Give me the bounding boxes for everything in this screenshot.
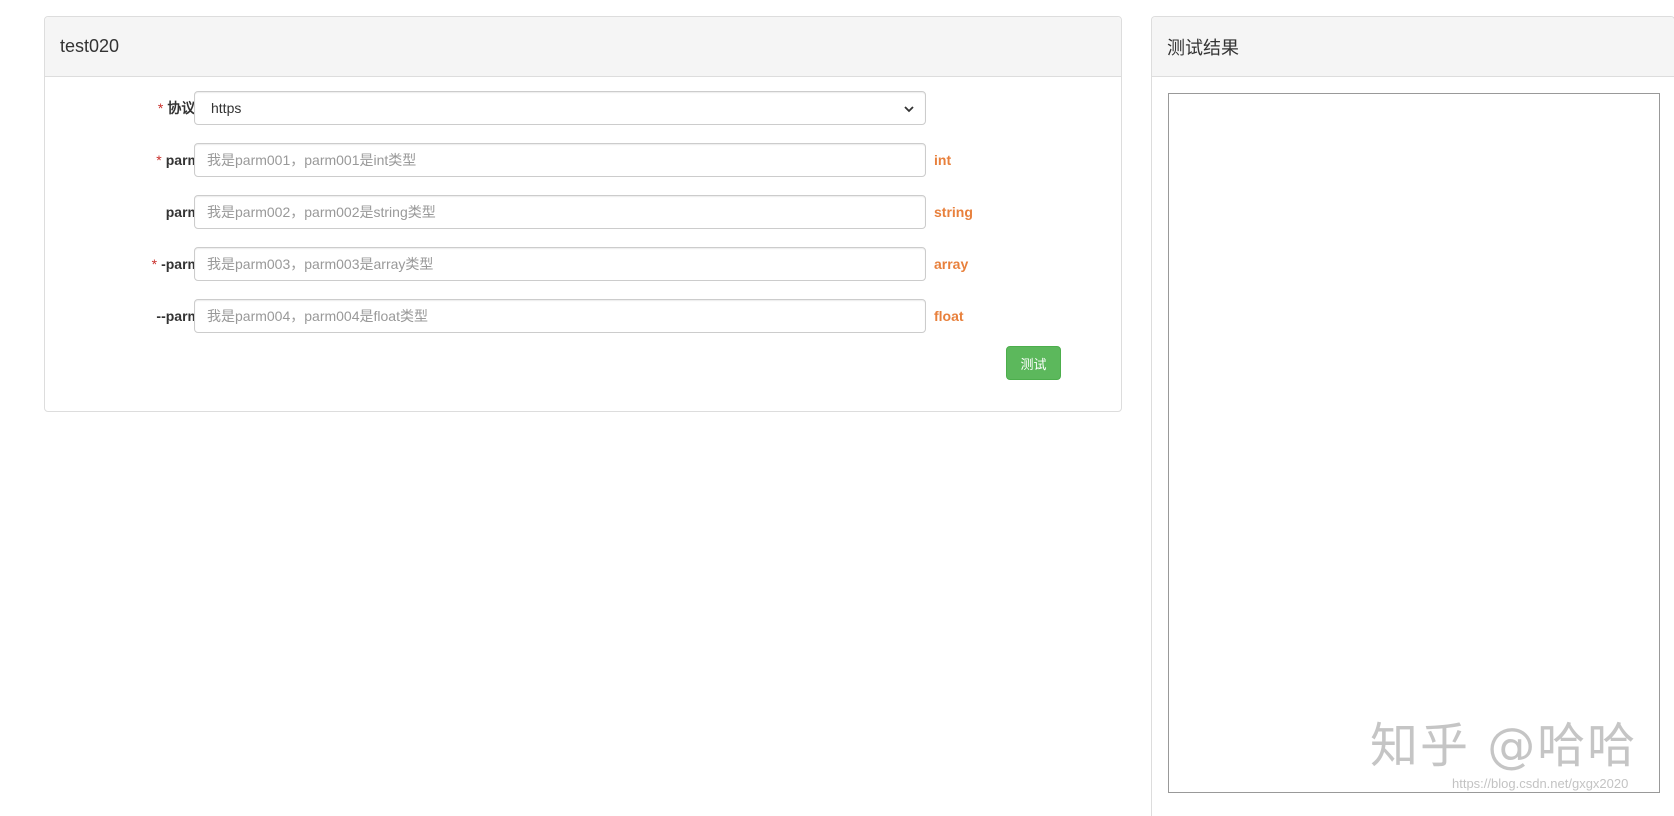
result-panel: 测试结果 [1151, 16, 1674, 816]
field-row-protocol: *协议类型: https [45, 91, 1121, 125]
parm001-type-hint: int [934, 152, 952, 168]
field-row-parm001: *parm001: int [45, 143, 1121, 177]
protocol-select-value: https [211, 100, 242, 116]
parm004-input[interactable] [194, 299, 926, 333]
parm001-input[interactable] [194, 143, 926, 177]
parm004-type-hint: float [934, 308, 964, 324]
result-output[interactable] [1168, 93, 1660, 793]
form-panel: test020 *协议类型: https *parm001: int parm0… [44, 16, 1122, 412]
parm002-input[interactable] [194, 195, 926, 229]
watermark-logo: 知乎 @哈哈 [1370, 718, 1638, 774]
protocol-select[interactable]: https [194, 91, 926, 125]
watermark-url: https://blog.csdn.net/gxgx2020 [1452, 776, 1629, 791]
parm002-type-hint: string [934, 204, 973, 220]
field-row-parm003: *-parm003: array [45, 247, 1121, 281]
result-panel-title: 测试结果 [1152, 17, 1674, 77]
field-row-parm002: parm002: string [45, 195, 1121, 229]
required-mark: * [151, 256, 158, 272]
required-mark: * [157, 100, 164, 116]
form-panel-title: test020 [45, 17, 1121, 77]
required-mark: * [156, 152, 162, 168]
test-button[interactable]: 测试 [1006, 346, 1061, 380]
parm003-type-hint: array [934, 256, 969, 272]
chevron-down-icon [903, 102, 915, 114]
parm003-input[interactable] [194, 247, 926, 281]
field-row-parm004: --parm004: float [45, 299, 1121, 333]
